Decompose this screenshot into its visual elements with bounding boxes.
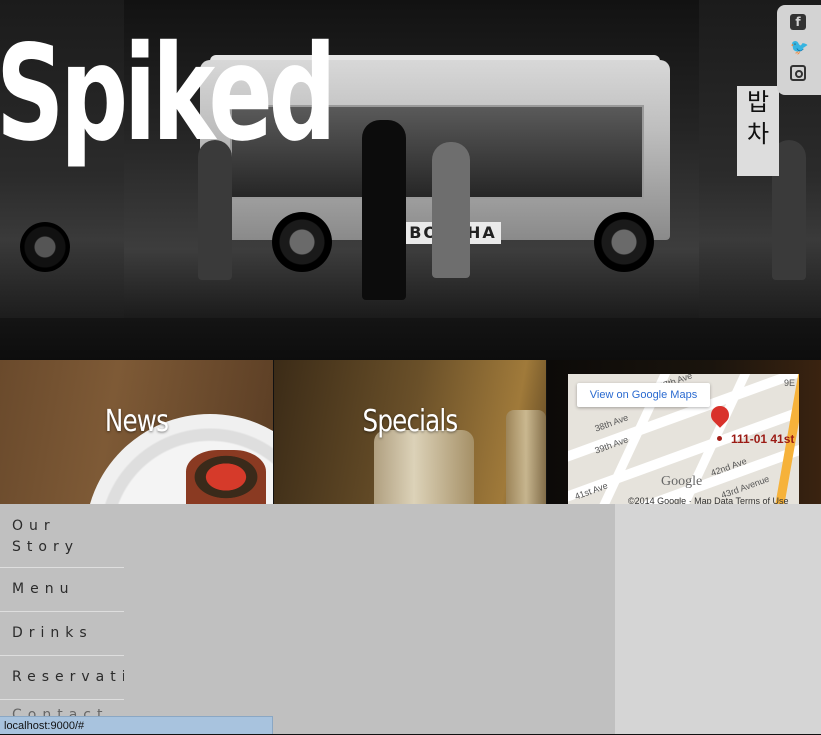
browser-status-bar: localhost:9000/# <box>0 716 273 734</box>
specials-tile[interactable]: Specials <box>274 360 546 504</box>
map-terms[interactable]: ©2014 Google · Map Data Terms of Use <box>628 496 789 504</box>
twitter-icon[interactable]: 🐦 <box>790 39 809 55</box>
side-panel <box>615 504 821 734</box>
truck-wheel <box>20 222 70 272</box>
map-pin-dot <box>717 436 722 441</box>
instagram-icon[interactable] <box>790 65 806 81</box>
view-on-google-maps-link[interactable]: View on Google Maps <box>577 383 710 407</box>
map-route-badge: 9E <box>784 378 796 388</box>
jar-image <box>374 430 474 504</box>
truck-wheel <box>272 212 332 272</box>
facebook-icon[interactable]: f <box>790 14 806 30</box>
customer-figure <box>362 120 406 300</box>
google-map[interactable]: 37th Ave 38th Ave 39th Ave 42nd Ave 43rd… <box>568 374 799 504</box>
hero-footer-band <box>0 318 821 360</box>
social-bar: f 🐦 <box>777 5 821 95</box>
site-logo[interactable]: Spiked <box>0 14 337 174</box>
hero-banner: BOBCHA 밥 차 Spiked <box>0 0 821 360</box>
nav-item-our-story[interactable]: Our Story <box>0 504 124 568</box>
map-tile: 37th Ave 38th Ave 39th Ave 42nd Ave 43rd… <box>547 360 821 504</box>
nav-item-menu[interactable]: Menu <box>0 568 124 612</box>
nav-item-drinks[interactable]: Drinks <box>0 612 124 656</box>
nav-item-reservations[interactable]: Reservations <box>0 656 124 700</box>
google-logo: Google <box>661 474 703 489</box>
main-nav: Our Story Menu Drinks Reservations Conta… <box>0 504 124 734</box>
dish-image <box>186 450 266 504</box>
news-tile[interactable]: News <box>0 360 273 504</box>
truck-wheel <box>594 212 654 272</box>
news-title: News <box>104 404 169 439</box>
customer-figure <box>432 142 470 278</box>
korean-sign: 밥 차 <box>737 86 779 176</box>
map-address-label: 111-01 41st <box>731 432 795 446</box>
specials-title: Specials <box>362 404 459 439</box>
